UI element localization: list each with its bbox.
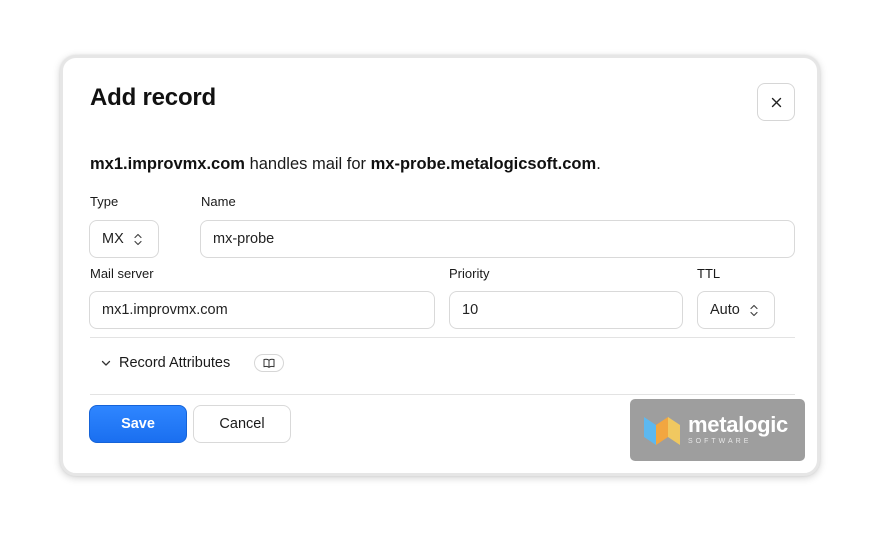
divider — [90, 337, 795, 338]
priority-label: Priority — [449, 266, 490, 281]
description-middle: handles mail for — [244, 155, 371, 173]
docs-button[interactable] — [254, 354, 284, 372]
type-value: MX — [102, 231, 124, 247]
mail-server-host: mx1.improvmx.com — [90, 155, 245, 173]
record-attributes-toggle[interactable]: Record Attributes — [101, 355, 230, 371]
chevron-up-down-icon — [750, 304, 758, 317]
mail-server-label: Mail server — [90, 266, 154, 281]
name-input[interactable]: mx-probe — [200, 220, 795, 258]
watermark-logo: metalogic SOFTWARE — [630, 399, 805, 461]
save-button[interactable]: Save — [89, 405, 187, 443]
close-icon — [771, 97, 781, 107]
description-end: . — [596, 155, 601, 173]
record-attributes-label: Record Attributes — [119, 355, 231, 371]
mail-server-input[interactable]: mx1.improvmx.com — [89, 291, 435, 329]
ttl-value: Auto — [710, 302, 740, 318]
type-label: Type — [90, 194, 119, 209]
mail-domain: mx-probe.metalogicsoft.com — [370, 155, 597, 173]
watermark-name: metalogic — [688, 412, 788, 437]
dialog-title: Add record — [90, 84, 217, 111]
watermark-sub: SOFTWARE — [688, 438, 752, 445]
mail-server-value: mx1.improvmx.com — [102, 302, 228, 318]
type-select[interactable]: MX — [89, 220, 159, 258]
divider — [90, 394, 795, 395]
priority-value: 10 — [462, 302, 479, 318]
metalogic-logo-icon — [644, 417, 680, 445]
ttl-select[interactable]: Auto — [697, 291, 775, 329]
ttl-label: TTL — [697, 266, 721, 281]
close-button[interactable] — [757, 83, 795, 121]
chevron-down-icon — [101, 360, 111, 366]
name-value: mx-probe — [213, 231, 275, 247]
priority-input[interactable]: 10 — [449, 291, 683, 329]
name-label: Name — [201, 194, 236, 209]
book-icon — [263, 358, 275, 368]
dialog-description: mx1.improvmx.com handles mail for mx-pro… — [90, 155, 601, 174]
chevron-up-down-icon — [134, 233, 142, 246]
cancel-button[interactable]: Cancel — [193, 405, 291, 443]
